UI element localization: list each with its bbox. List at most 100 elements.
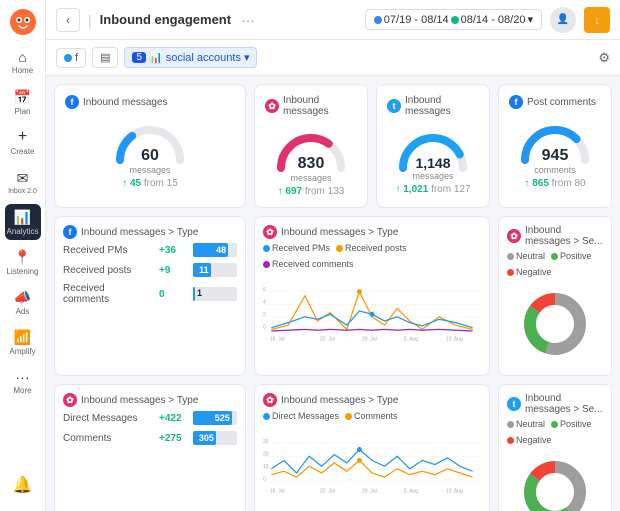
sidebar-item-more[interactable]: ··· More bbox=[5, 364, 41, 400]
legend-label: Direct Messages bbox=[272, 411, 339, 421]
card-title: Post comments bbox=[527, 97, 596, 108]
amplify-icon: 📶 bbox=[14, 329, 31, 346]
sidebar-item-listening[interactable]: 📍 Listening bbox=[5, 244, 41, 280]
legend-label: Positive bbox=[560, 419, 592, 429]
create-icon: + bbox=[18, 128, 27, 146]
svg-text:5. Aug: 5. Aug bbox=[404, 336, 418, 342]
svg-text:0: 0 bbox=[263, 325, 266, 331]
chart-legend: Received PMs Received posts Received com… bbox=[263, 243, 481, 269]
sidebar-item-label: Home bbox=[12, 66, 33, 75]
chart-title: Inbound messages > Se... bbox=[525, 393, 603, 415]
breakdown-row-comments: Received comments 0 1 bbox=[63, 283, 237, 305]
chart-title: Inbound messages > Se... bbox=[525, 225, 603, 247]
instagram-source-icon: ✿ bbox=[63, 393, 77, 407]
breakdown-label: Comments bbox=[63, 433, 153, 444]
svg-text:10: 10 bbox=[263, 464, 269, 470]
breakdown-row-comments: Comments +275 305 bbox=[63, 431, 237, 445]
instagram-source-icon: ✿ bbox=[263, 225, 277, 239]
svg-text:0: 0 bbox=[263, 477, 266, 483]
svg-text:15. Jul: 15. Jul bbox=[270, 336, 285, 342]
svg-text:15. Jul: 15. Jul bbox=[270, 488, 285, 494]
facebook-source-icon: f bbox=[63, 225, 77, 239]
export-button[interactable]: ↓ bbox=[584, 7, 610, 33]
sidebar-item-plan[interactable]: 📅 Plan bbox=[5, 84, 41, 120]
prev-date-label: 07/19 - 08/14 bbox=[384, 14, 449, 26]
type-breakdown-ig-card: ✿ Inbound messages > Type Direct Message… bbox=[54, 384, 246, 511]
sidebar-item-label: Analytics bbox=[6, 227, 38, 236]
app-logo[interactable] bbox=[9, 8, 37, 36]
filterbar: f ▤ 5 📊 social accounts ▾ ⚙ bbox=[46, 40, 620, 76]
metric-value: 945 bbox=[534, 147, 576, 165]
more-icon: ··· bbox=[16, 369, 30, 385]
grid-filter-button[interactable]: ▤ bbox=[92, 47, 118, 68]
line-chart-svg: 6 4 2 0 15. Jul 22. Jul 29. Jul 5. Aug 1… bbox=[263, 273, 481, 348]
legend-label: Received comments bbox=[272, 259, 354, 269]
metric-unit: comments bbox=[534, 165, 576, 175]
sentiment-tw-card: t Inbound messages > Se... Neutral Posit… bbox=[498, 384, 612, 511]
metric-value: 1,148 bbox=[412, 155, 453, 171]
facebook-dot bbox=[64, 54, 72, 62]
social-accounts-filter[interactable]: 5 📊 social accounts ▾ bbox=[124, 47, 257, 68]
chart-legend: Neutral Positive Negative bbox=[507, 419, 603, 445]
chart-title: Inbound messages > Type bbox=[81, 395, 198, 406]
grid-icon: ▤ bbox=[100, 51, 110, 64]
svg-text:4: 4 bbox=[263, 299, 266, 305]
instagram-source-icon: ✿ bbox=[263, 393, 277, 407]
svg-text:29. Jul: 29. Jul bbox=[362, 488, 377, 494]
sidebar-item-label: More bbox=[13, 386, 31, 395]
sidebar-item-amplify[interactable]: 📶 Amplify bbox=[5, 324, 41, 360]
metric-card-inbound-fb: f Inbound messages 60 messages ↑ 45 from… bbox=[54, 84, 246, 208]
breakdown-label: Received posts bbox=[63, 265, 153, 276]
current-date-label: 08/14 - 08/20 bbox=[461, 14, 526, 26]
breakdown-change: +422 bbox=[159, 413, 187, 424]
svg-text:12. Aug: 12. Aug bbox=[446, 488, 463, 494]
sidebar-item-analytics[interactable]: 📊 Analytics bbox=[5, 204, 41, 240]
sidebar-item-label: Listening bbox=[6, 267, 38, 276]
prev-period-dot bbox=[374, 16, 382, 24]
metric-unit: messages bbox=[129, 165, 170, 175]
sidebar-item-inbox[interactable]: ✉ Inbox 2.0 bbox=[5, 164, 41, 200]
facebook-filter-button[interactable]: f bbox=[56, 48, 86, 68]
svg-text:2: 2 bbox=[263, 312, 266, 318]
metric-card-post-comments: f Post comments 945 comments ↑ 865 from … bbox=[498, 84, 612, 208]
breakdown-change: +275 bbox=[159, 433, 187, 444]
legend-label: Received PMs bbox=[272, 243, 330, 253]
breakdown-change: +9 bbox=[159, 265, 187, 276]
metric-value: 60 bbox=[129, 147, 170, 165]
topbar: ‹ | Inbound engagement ··· 07/19 - 08/14… bbox=[46, 0, 620, 40]
chart-legend: Direct Messages Comments bbox=[263, 411, 481, 421]
metric-change: ↑ 697 from 133 bbox=[278, 186, 345, 197]
legend-label: Neutral bbox=[516, 251, 545, 261]
page-title: Inbound engagement bbox=[100, 12, 231, 27]
sidebar: ⌂ Home 📅 Plan + Create ✉ Inbox 2.0 📊 Ana… bbox=[0, 0, 46, 511]
svg-text:6: 6 bbox=[263, 287, 266, 293]
filter-settings-button[interactable]: ⚙ bbox=[598, 50, 610, 66]
metric-change: ↑ 1,021 from 127 bbox=[395, 184, 470, 195]
more-options-button[interactable]: ··· bbox=[241, 12, 255, 28]
dashboard: f Inbound messages 60 messages ↑ 45 from… bbox=[46, 76, 620, 511]
type-linechart-tw-card: ✿ Inbound messages > Type Direct Message… bbox=[254, 384, 490, 511]
sidebar-item-label: Ads bbox=[16, 307, 30, 316]
chart-legend: Neutral Positive Negative bbox=[507, 251, 603, 277]
svg-text:12. Aug: 12. Aug bbox=[446, 336, 463, 342]
user-avatar[interactable]: 👤 bbox=[550, 7, 576, 33]
donut-chart-svg bbox=[520, 457, 590, 511]
metric-card-inbound-tw: t Inbound messages 1,148 messages ↑ 1,02… bbox=[376, 84, 490, 208]
card-title: Inbound messages bbox=[83, 97, 168, 108]
date-range-picker[interactable]: 07/19 - 08/14 08/14 - 08/20 ▾ bbox=[365, 9, 542, 30]
home-icon: ⌂ bbox=[18, 49, 26, 65]
chevron-down-icon: ▾ bbox=[244, 51, 250, 64]
legend-label: Positive bbox=[560, 251, 592, 261]
back-button[interactable]: ‹ bbox=[56, 8, 80, 32]
breakdown-row-dm: Direct Messages +422 525 bbox=[63, 411, 237, 425]
sidebar-item-create[interactable]: + Create bbox=[5, 124, 41, 160]
svg-text:29. Jul: 29. Jul bbox=[362, 336, 377, 342]
notifications-button[interactable]: 🔔 bbox=[5, 467, 41, 503]
chart-title: Inbound messages > Type bbox=[281, 395, 398, 406]
chart-icon: 📊 bbox=[149, 51, 163, 64]
accounts-count: 5 bbox=[132, 52, 146, 63]
sentiment-ig-card: ✿ Inbound messages > Se... Neutral Posit… bbox=[498, 216, 612, 376]
sidebar-item-ads[interactable]: 📣 Ads bbox=[5, 284, 41, 320]
sidebar-item-home[interactable]: ⌂ Home bbox=[5, 44, 41, 80]
facebook-source-icon: f bbox=[509, 95, 523, 109]
